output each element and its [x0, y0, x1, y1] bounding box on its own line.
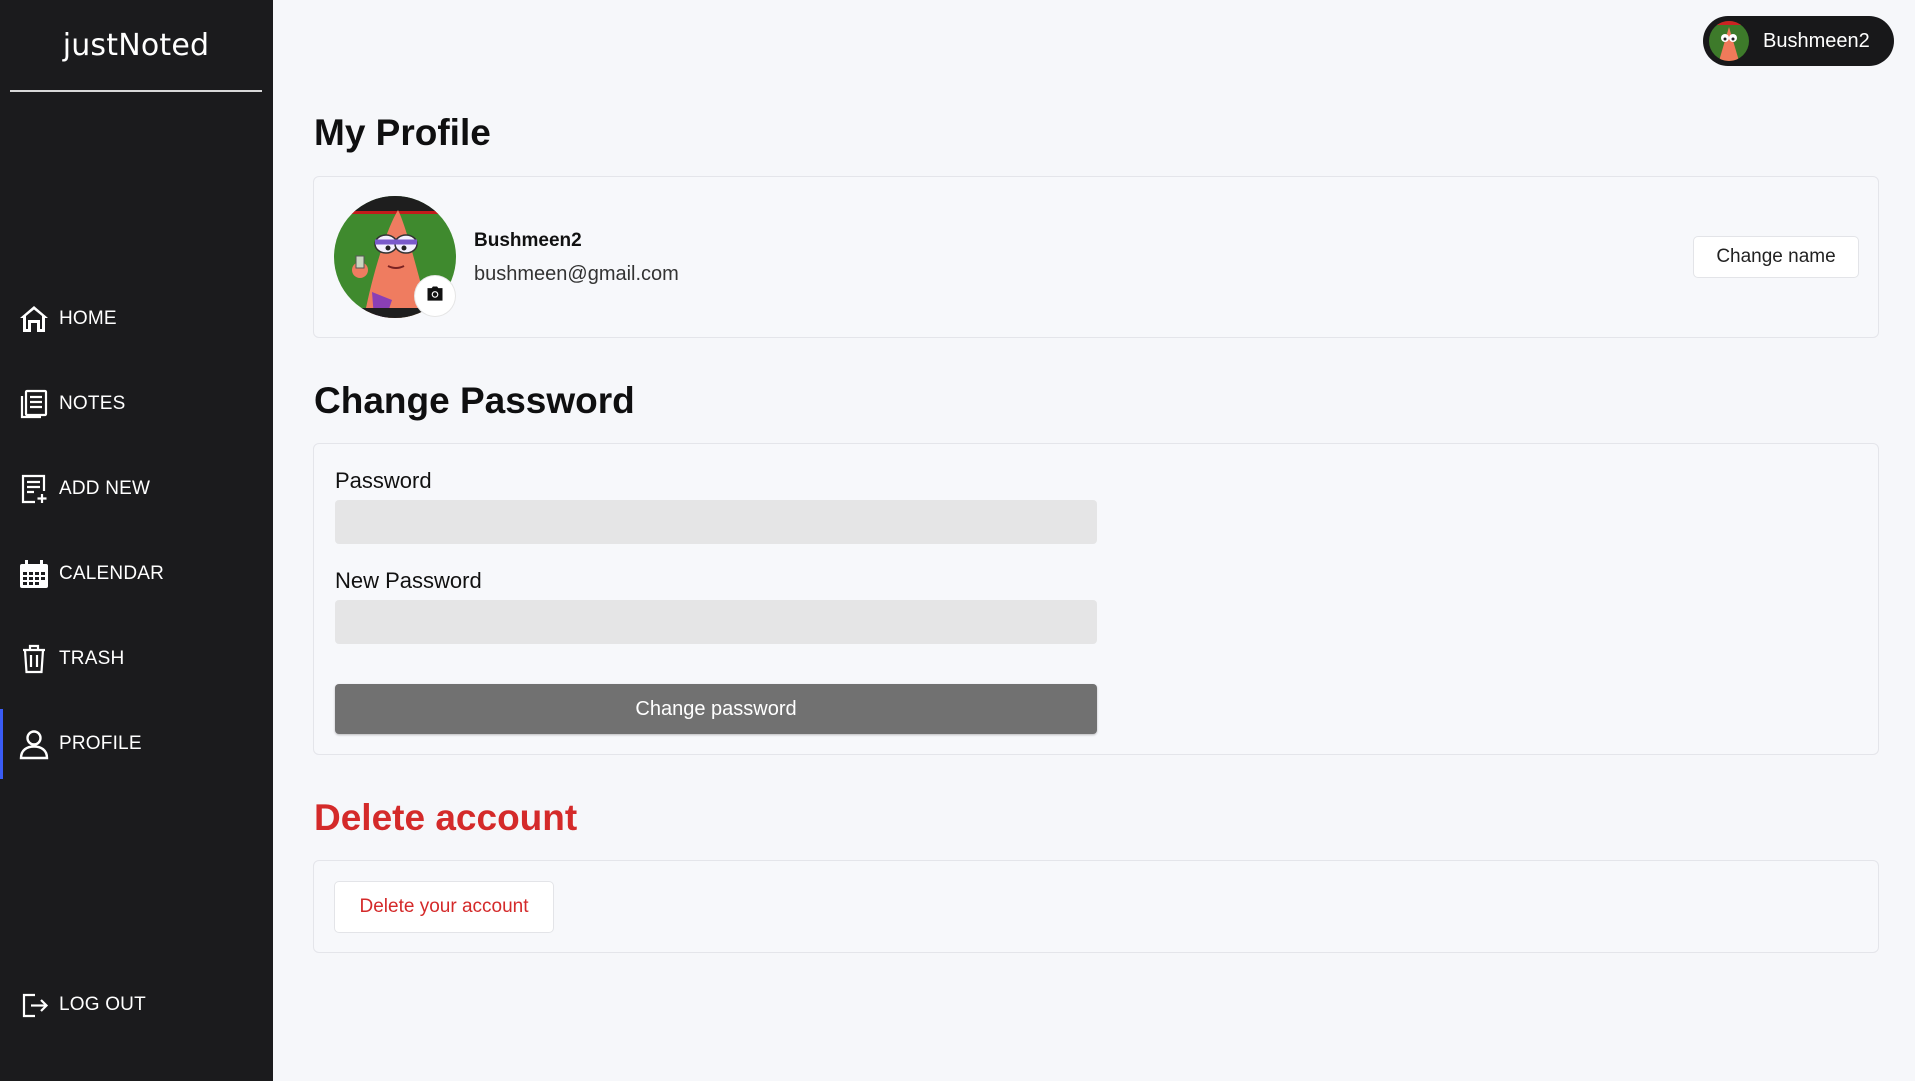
profile-card: Bushmeen2 bushmeen@gmail.com Change name: [313, 176, 1879, 338]
change-password-card: Password New Password Change password: [313, 443, 1879, 755]
notes-icon: [18, 388, 50, 420]
logout-button[interactable]: LOG OUT: [0, 970, 273, 1040]
sidebar-item-label: PROFILE: [59, 733, 142, 754]
sidebar-item-calendar[interactable]: CALENDAR: [0, 539, 273, 609]
home-icon: [18, 303, 50, 335]
sidebar-item-home[interactable]: HOME: [0, 284, 273, 354]
sidebar-item-label: NOTES: [59, 393, 126, 414]
sidebar-item-label: HOME: [59, 308, 117, 329]
brand-logo[interactable]: justNoted: [10, 0, 262, 92]
sidebar-item-notes[interactable]: NOTES: [0, 369, 273, 439]
logout-icon: [18, 989, 50, 1021]
trash-icon: [18, 643, 50, 675]
avatar: [1709, 21, 1749, 61]
change-password-button[interactable]: Change password: [335, 684, 1097, 734]
sidebar-item-label: CALENDAR: [59, 563, 165, 584]
user-icon: [18, 728, 50, 760]
new-password-label: New Password: [335, 568, 482, 593]
change-password-title: Change Password: [314, 380, 635, 421]
page-title: My Profile: [314, 112, 491, 153]
app-root: justNoted HOME NOTES ADD NEW CALENDAR TR…: [0, 0, 1915, 1081]
profile-email: bushmeen@gmail.com: [474, 263, 679, 285]
password-field[interactable]: [335, 500, 1097, 544]
calendar-icon: [18, 558, 50, 590]
change-name-button[interactable]: Change name: [1693, 236, 1859, 278]
user-menu-button[interactable]: Bushmeen2: [1703, 16, 1894, 66]
logout-label: LOG OUT: [59, 994, 146, 1015]
avatar-container: [334, 196, 456, 318]
sidebar-item-profile[interactable]: PROFILE: [0, 709, 273, 779]
change-avatar-button[interactable]: [415, 276, 455, 316]
delete-account-title: Delete account: [314, 797, 578, 838]
add-note-icon: [18, 473, 50, 505]
delete-account-card: Delete your account: [313, 860, 1879, 953]
delete-account-button[interactable]: Delete your account: [334, 881, 554, 933]
sidebar-item-trash[interactable]: TRASH: [0, 624, 273, 694]
profile-name: Bushmeen2: [474, 230, 582, 251]
sidebar-item-add-new[interactable]: ADD NEW: [0, 454, 273, 524]
sidebar-item-label: ADD NEW: [59, 478, 151, 499]
camera-icon: [425, 284, 445, 309]
sidebar-item-label: TRASH: [59, 648, 125, 669]
sidebar: justNoted HOME NOTES ADD NEW CALENDAR TR…: [0, 0, 273, 1081]
password-label: Password: [335, 468, 432, 493]
new-password-field[interactable]: [335, 600, 1097, 644]
username-label: Bushmeen2: [1763, 29, 1870, 52]
